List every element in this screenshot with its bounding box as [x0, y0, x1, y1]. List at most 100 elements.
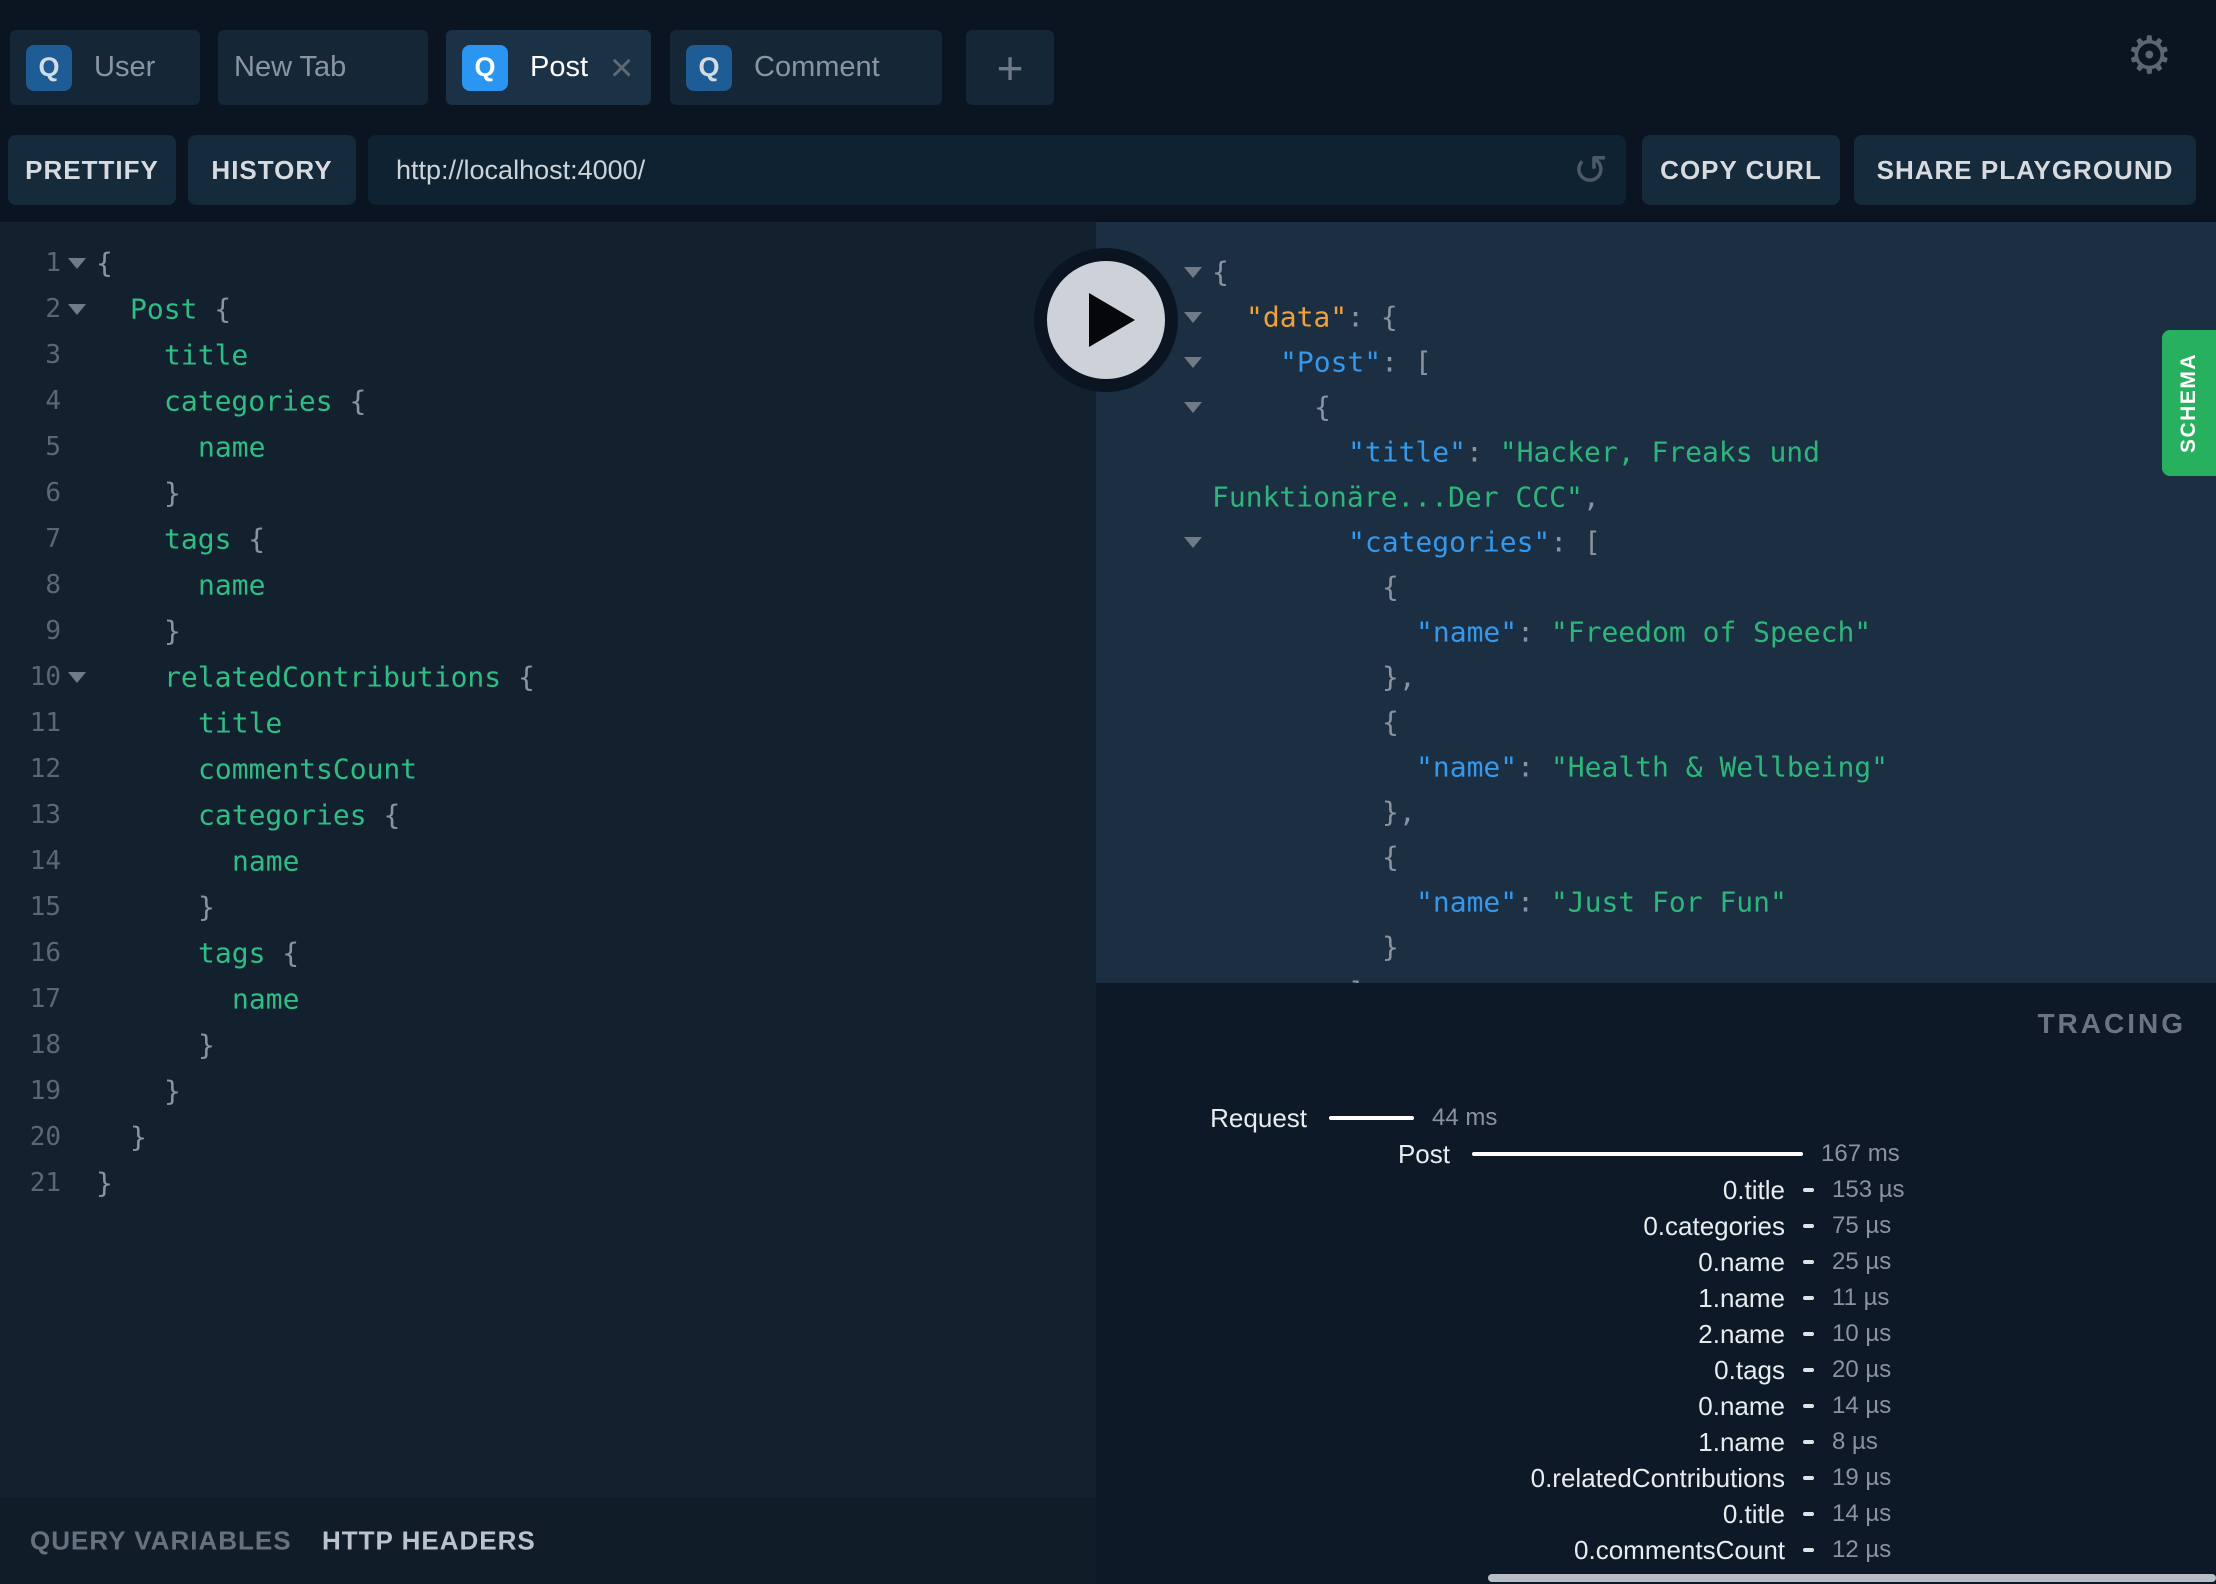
span-label: 0.title	[1722, 1498, 1785, 1529]
close-tab-icon[interactable]: ×	[610, 48, 633, 88]
copy-curl-button[interactable]: COPY CURL	[1642, 135, 1840, 205]
response-line: Funktionäre...Der CCC",	[1096, 474, 2216, 519]
response-line: "Post": [	[1096, 339, 2216, 384]
refresh-icon[interactable]: ↺	[1573, 146, 1608, 195]
plus-icon: +	[996, 41, 1024, 94]
code-line: name	[232, 844, 300, 878]
schema-button[interactable]: SCHEMA	[2162, 330, 2216, 476]
span-duration: 14 µs	[1832, 1500, 1892, 1527]
line-number: 15	[29, 892, 61, 922]
editor-line-21[interactable]: 21}	[0, 1160, 1096, 1206]
query-type-badge: Q	[462, 44, 508, 91]
code-line: "categories": [	[1348, 525, 1601, 558]
schema-label: SCHEMA	[2177, 352, 2200, 453]
span-duration: 167 ms	[1821, 1140, 1900, 1167]
top-bar: Q User New Tab Q Post × Q Comment + ⚙ PRETTIFY H…	[0, 0, 2216, 222]
execute-button[interactable]	[1034, 248, 1178, 392]
horizontal-scrollbar[interactable]	[1488, 1574, 2216, 1582]
editor-line-15[interactable]: 15}	[0, 884, 1096, 930]
span-label: 0.commentsCount	[1574, 1534, 1785, 1565]
code-line: "name": "Freedom of Speech"	[1416, 615, 1872, 648]
span-duration: 75 µs	[1832, 1212, 1892, 1239]
fold-arrow-icon[interactable]	[1184, 311, 1202, 323]
editor-line-6[interactable]: 6}	[0, 470, 1096, 516]
code-line: categories {	[164, 384, 367, 418]
editor-line-12[interactable]: 12 commentsCount	[0, 746, 1096, 792]
trace-span-0.name: 0.name 14 µs	[1096, 1388, 2216, 1424]
span-duration: 20 µs	[1832, 1356, 1892, 1383]
tracing-panel[interactable]: TRACING Request 44 ms Post 167 ms 0.title 153…	[1096, 983, 2216, 1584]
response-line: {	[1096, 699, 2216, 744]
editor-line-18[interactable]: 18}	[0, 1022, 1096, 1068]
tab-label: Post	[530, 51, 589, 83]
fold-arrow-icon[interactable]	[68, 304, 86, 315]
code-line: }	[164, 1074, 181, 1108]
editor-line-19[interactable]: 19}	[0, 1068, 1096, 1114]
play-icon	[1089, 293, 1135, 347]
line-number: 13	[29, 800, 61, 830]
tab-user[interactable]: Q User	[10, 30, 200, 105]
fold-arrow-icon[interactable]	[1184, 356, 1202, 368]
line-number: 9	[45, 616, 61, 646]
code-line: Funktionäre...Der CCC",	[1212, 480, 1600, 513]
editor-line-7[interactable]: 7 tags {	[0, 516, 1096, 562]
editor-line-4[interactable]: 4 categories {	[0, 378, 1096, 424]
fold-arrow-icon[interactable]	[1184, 266, 1202, 278]
editor-line-2[interactable]: 2 Post {	[0, 286, 1096, 332]
span-dash	[1803, 1548, 1814, 1552]
fold-arrow-icon[interactable]	[68, 258, 86, 269]
fold-arrow-icon[interactable]	[1184, 401, 1202, 413]
code-line: commentsCount	[198, 752, 418, 786]
editor-line-20[interactable]: 20}	[0, 1114, 1096, 1160]
tab-post[interactable]: Q Post ×	[446, 30, 651, 105]
editor-line-13[interactable]: 13 categories {	[0, 792, 1096, 838]
span-label: Request	[1210, 1102, 1307, 1133]
prettify-button[interactable]: PRETTIFY	[8, 135, 176, 205]
editor-line-5[interactable]: 5 name	[0, 424, 1096, 470]
span-dash	[1803, 1260, 1814, 1264]
span-duration: 10 µs	[1832, 1320, 1892, 1347]
editor-line-9[interactable]: 9}	[0, 608, 1096, 654]
response-line: "name": "Freedom of Speech"	[1096, 609, 2216, 654]
line-number: 1	[45, 248, 61, 278]
trace-span-0.commentsCount: 0.commentsCount 12 µs	[1096, 1532, 2216, 1568]
span-duration: 153 µs	[1832, 1176, 1905, 1203]
query-editor[interactable]: 1{2 Post {3 title 4 categories {5 name 6} 7 tags…	[0, 222, 1096, 1497]
line-number: 16	[29, 938, 61, 968]
response-line: "name": "Health & Wellbeing"	[1096, 744, 2216, 789]
code-line: Post {	[130, 292, 232, 326]
editor-line-8[interactable]: 8 name	[0, 562, 1096, 608]
editor-line-3[interactable]: 3 title	[0, 332, 1096, 378]
editor-line-10[interactable]: 10 relatedContributions {	[0, 654, 1096, 700]
code-line: {	[1382, 840, 1399, 873]
editor-line-14[interactable]: 14 name	[0, 838, 1096, 884]
editor-line-16[interactable]: 16 tags {	[0, 930, 1096, 976]
line-number: 12	[29, 754, 61, 784]
code-line: "name": "Just For Fun"	[1416, 885, 1787, 918]
query-variables-tab[interactable]: QUERY VARIABLES	[30, 1525, 292, 1556]
history-button[interactable]: HISTORY	[188, 135, 356, 205]
code-line: }	[164, 614, 181, 648]
editor-line-11[interactable]: 11 title	[0, 700, 1096, 746]
editor-line-17[interactable]: 17 name	[0, 976, 1096, 1022]
editor-line-1[interactable]: 1{	[0, 240, 1096, 286]
line-number: 21	[29, 1168, 61, 1198]
share-playground-button[interactable]: SHARE PLAYGROUND	[1854, 135, 2196, 205]
add-tab-button[interactable]: +	[966, 30, 1054, 105]
fold-arrow-icon[interactable]	[68, 672, 86, 683]
tracing-rows: Request 44 ms Post 167 ms 0.title 153 µs 0.cat…	[1096, 1100, 2216, 1568]
tab-new-tab[interactable]: New Tab	[218, 30, 428, 105]
response-panel[interactable]: {"data": {"Post": [{"title": "Hacker, Fr…	[1096, 222, 2216, 983]
code-line: ]	[1348, 975, 1365, 983]
settings-gear-icon[interactable]: ⚙	[2126, 26, 2173, 86]
span-dash	[1803, 1476, 1814, 1480]
span-label: 1.name	[1698, 1426, 1785, 1457]
http-headers-tab[interactable]: HTTP HEADERS	[322, 1525, 536, 1556]
span-dash	[1803, 1188, 1814, 1192]
code-line: tags {	[198, 936, 300, 970]
url-input[interactable]	[368, 135, 1626, 205]
tab-comment[interactable]: Q Comment	[670, 30, 942, 105]
response-line: {	[1096, 834, 2216, 879]
fold-arrow-icon[interactable]	[1184, 536, 1202, 548]
response-line: ]	[1096, 969, 2216, 983]
